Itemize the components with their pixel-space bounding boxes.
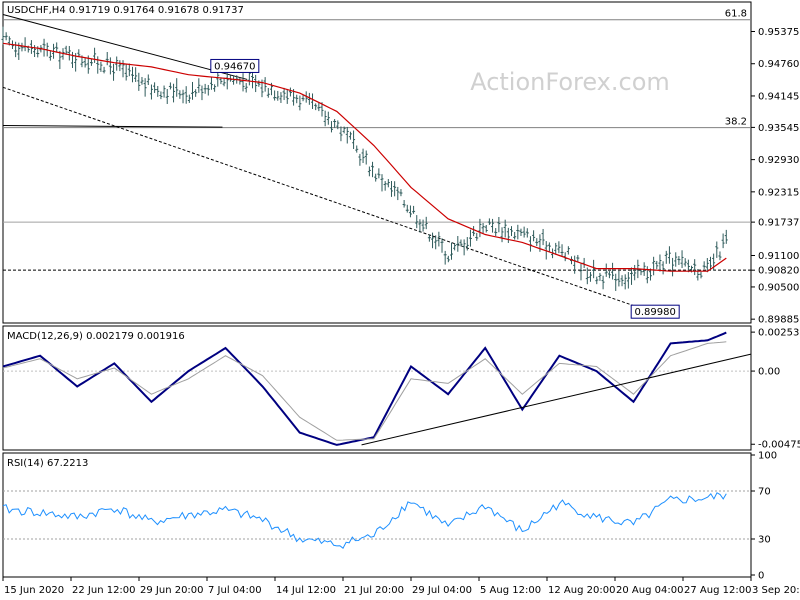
x-axis-tick-label: 21 Jul 20:00 — [344, 585, 404, 596]
y-axis-tick-label: 100 — [758, 451, 777, 462]
y-axis-tick-label: 0.92930 — [758, 155, 799, 166]
y-axis-tick-label: 0.95375 — [758, 27, 799, 38]
y-axis-tick-label: 0.002532 — [758, 328, 800, 339]
annotation-label: 0.89980 — [635, 307, 676, 318]
y-axis-tick-label: -0.004756 — [758, 440, 800, 451]
y-axis-tick-label: 0.91100 — [758, 251, 799, 262]
watermark-text: ActionForex.com — [470, 68, 670, 96]
x-axis-tick-label: 14 Jul 12:00 — [276, 585, 336, 596]
low-price-annotation: 0.89980 — [630, 304, 680, 319]
forex-chart: ActionForex.com USDCHF,H4 0.91719 0.9176… — [0, 0, 800, 600]
y-axis-tick-label: 70 — [758, 487, 771, 498]
y-axis-tick-label: 30 — [758, 535, 771, 546]
y-axis-tick-label: 0 — [758, 571, 764, 582]
fib-level-label: 38.2 — [725, 117, 747, 128]
y-axis-tick-label: 0.92315 — [758, 187, 799, 198]
fib-level-label: 61.8 — [725, 9, 747, 20]
chart-background — [0, 0, 800, 600]
x-axis-tick-label: 29 Jul 04:00 — [412, 585, 472, 596]
x-axis-tick-label: 3 Sep 20:00 — [752, 585, 800, 596]
y-axis-tick-label: 0.93545 — [758, 123, 799, 134]
macd-panel-title: MACD(12,26,9) 0.002179 0.001916 — [7, 331, 185, 342]
price-panel-title: USDCHF,H4 0.91719 0.91764 0.91678 0.9173… — [7, 5, 244, 16]
x-axis-tick-label: 7 Jul 04:00 — [208, 585, 262, 596]
y-axis-tick-label: 0.00 — [758, 367, 780, 378]
high-price-annotation: 0.94670 — [210, 58, 260, 73]
y-axis-tick-label: 0.90500 — [758, 282, 799, 293]
rsi-panel-title: RSI(14) 67.2213 — [7, 458, 88, 469]
y-axis-tick-label: 0.89885 — [758, 315, 799, 326]
x-axis-tick-label: 20 Aug 04:00 — [616, 585, 683, 596]
x-axis-tick-label: 12 Aug 20:00 — [548, 585, 615, 596]
y-axis-tick-label: 0.94760 — [758, 59, 799, 70]
x-axis-tick-label: 15 Jun 2020 — [4, 585, 64, 596]
x-axis-tick-label: 22 Jun 12:00 — [72, 585, 136, 596]
x-axis-tick-label: 27 Aug 12:00 — [684, 585, 751, 596]
annotation-label: 0.94670 — [214, 61, 255, 72]
y-axis-tick-label: 0.91737 — [758, 218, 799, 229]
y-axis-tick-label: 0.90820 — [758, 266, 799, 277]
x-axis-tick-label: 5 Aug 12:00 — [480, 585, 541, 596]
x-axis-tick-label: 29 Jun 20:00 — [140, 585, 204, 596]
y-axis-tick-label: 0.94145 — [758, 91, 799, 102]
